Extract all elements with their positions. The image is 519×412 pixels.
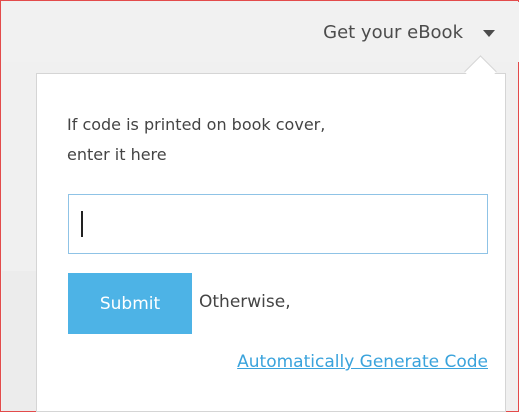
header-bar: Get your eBook xyxy=(2,2,519,62)
ebook-popup: If code is printed on book cover, enter … xyxy=(36,73,506,412)
caret-down-icon[interactable] xyxy=(483,30,495,37)
text-cursor xyxy=(81,211,83,237)
otherwise-text: Otherwise, xyxy=(199,292,291,312)
background-panel xyxy=(2,271,36,411)
page-frame: Get your eBook If code is printed on boo… xyxy=(0,0,519,412)
generate-code-link[interactable]: Automatically Generate Code xyxy=(237,352,488,372)
instruction-line-1: If code is printed on book cover, xyxy=(67,115,326,134)
instruction-text: If code is printed on book cover, enter … xyxy=(67,110,467,170)
submit-button[interactable]: Submit xyxy=(68,273,192,334)
instruction-line-2: enter it here xyxy=(67,145,167,164)
code-input[interactable] xyxy=(68,194,488,254)
popup-pointer-mask xyxy=(462,74,498,88)
get-ebook-link[interactable]: Get your eBook xyxy=(323,22,463,43)
